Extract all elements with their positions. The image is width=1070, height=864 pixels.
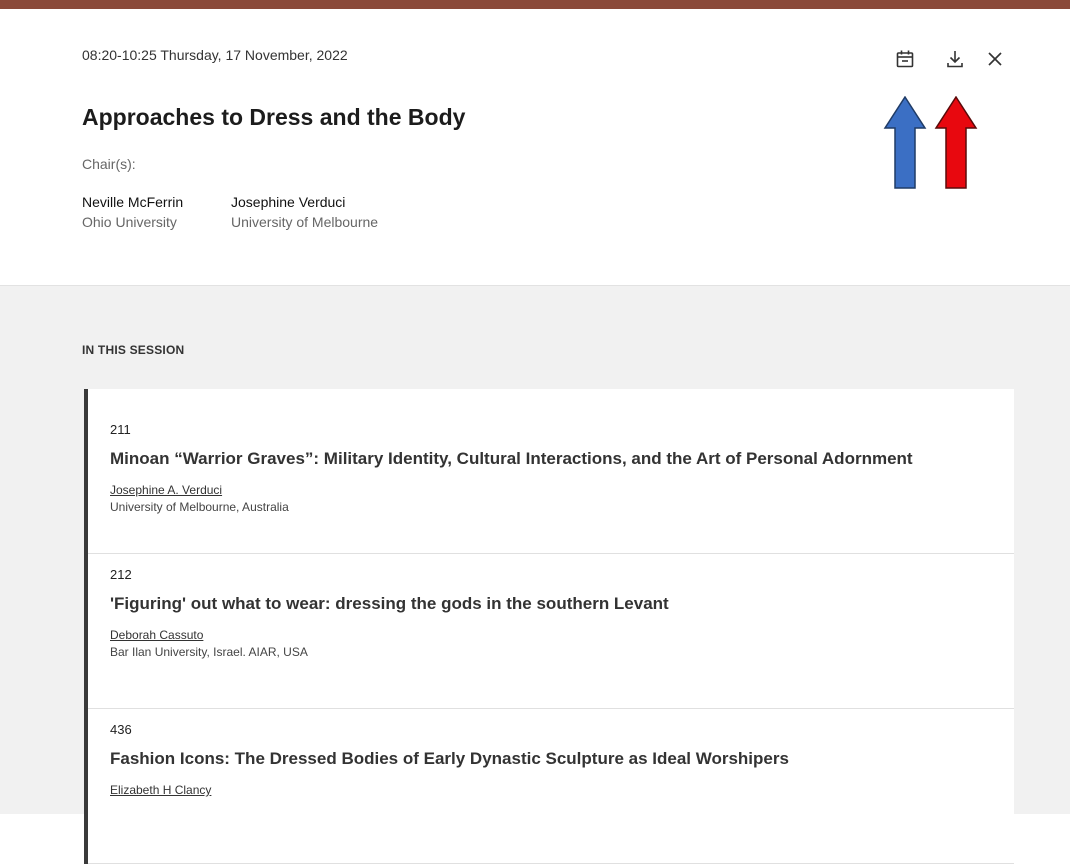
session-title: Approaches to Dress and the Body: [82, 104, 466, 130]
close-icon[interactable]: [983, 47, 1007, 71]
author-link[interactable]: Josephine A. Verduci: [110, 483, 994, 497]
red-annotation-arrow: [934, 96, 978, 189]
list-item[interactable]: 436 Fashion Icons: The Dressed Bodies of…: [88, 709, 1014, 864]
chairs-label: Chair(s):: [82, 156, 136, 172]
paper-title[interactable]: Minoan “Warrior Graves”: Military Identi…: [110, 449, 994, 469]
author-link[interactable]: Elizabeth H Clancy: [110, 783, 994, 797]
paper-list: 211 Minoan “Warrior Graves”: Military Id…: [84, 389, 1014, 864]
chair-affiliation: Ohio University: [82, 214, 177, 230]
chair-affiliation: University of Melbourne: [231, 214, 379, 230]
list-item[interactable]: 212 'Figuring' out what to wear: dressin…: [88, 554, 1014, 709]
chair-entry: Neville McFerrin Ohio University: [82, 194, 183, 230]
paper-number: 436: [110, 722, 132, 737]
author-institution: University of Melbourne, Australia: [110, 500, 289, 514]
section-label: IN THIS SESSION: [82, 343, 185, 357]
paper-number: 212: [110, 567, 132, 582]
blue-annotation-arrow: [883, 96, 927, 189]
chair-name: Neville McFerrin: [82, 194, 184, 210]
top-accent-bar: [0, 0, 1070, 9]
session-content: IN THIS SESSION 211 Minoan “Warrior Grav…: [0, 285, 1070, 864]
author-link[interactable]: Deborah Cassuto: [110, 628, 994, 642]
chair-entry: Josephine Verduci University of Melbourn…: [231, 194, 378, 230]
paper-title[interactable]: Fashion Icons: The Dressed Bodies of Ear…: [110, 749, 994, 769]
download-icon[interactable]: [943, 47, 967, 71]
paper-number: 211: [110, 422, 131, 437]
list-item[interactable]: 211 Minoan “Warrior Graves”: Military Id…: [88, 389, 1014, 554]
calendar-icon[interactable]: [893, 47, 917, 71]
paper-title[interactable]: 'Figuring' out what to wear: dressing th…: [110, 594, 994, 614]
author-institution: Bar Ilan University, Israel. AIAR, USA: [110, 645, 308, 659]
chair-name: Josephine Verduci: [231, 194, 346, 210]
session-datetime: 08:20-10:25 Thursday, 17 November, 2022: [82, 47, 348, 63]
session-header: 08:20-10:25 Thursday, 17 November, 2022 …: [0, 9, 1070, 285]
